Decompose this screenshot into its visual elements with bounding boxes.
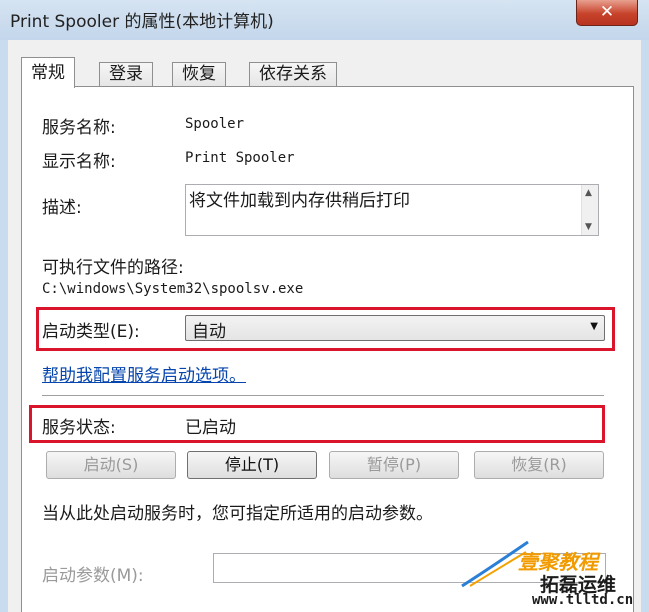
- start-button[interactable]: 启动(S): [46, 451, 176, 479]
- executable-path-label: 可执行文件的路径:: [42, 258, 184, 278]
- description-text: 将文件加载到内存供稍后打印: [189, 191, 410, 211]
- description-scrollbar[interactable]: ▲ ▼: [581, 185, 598, 235]
- description-label: 描述:: [42, 198, 82, 218]
- title-bar: Print Spooler 的属性(本地计算机) ✕: [0, 0, 649, 40]
- display-name-value: Print Spooler: [185, 150, 295, 166]
- close-button[interactable]: ✕: [576, 0, 638, 26]
- service-name-value: Spooler: [185, 116, 245, 132]
- resume-button[interactable]: 恢复(R): [474, 451, 604, 479]
- scroll-up-icon[interactable]: ▲: [585, 188, 592, 198]
- tab-recovery[interactable]: 恢复: [172, 62, 226, 86]
- display-name-label: 显示名称:: [42, 152, 116, 172]
- scroll-down-icon[interactable]: ▼: [585, 222, 592, 232]
- service-name-label: 服务名称:: [42, 118, 116, 138]
- help-configure-link[interactable]: 帮助我配置服务启动选项。: [42, 361, 246, 386]
- tab-general[interactable]: 常规: [21, 57, 75, 88]
- window-title: Print Spooler 的属性(本地计算机): [10, 12, 274, 32]
- dialog-client-area: 常规 登录 恢复 依存关系 服务名称: Spooler 显示名称: Print …: [8, 40, 641, 612]
- start-params-label: 启动参数(M):: [42, 566, 144, 586]
- separator: [42, 395, 604, 397]
- service-status-highlight: [29, 405, 605, 443]
- startup-type-highlight: [36, 307, 615, 351]
- stop-button[interactable]: 停止(T): [187, 451, 317, 479]
- tab-dependencies[interactable]: 依存关系: [249, 62, 337, 86]
- executable-path-value: C:\windows\System32\spoolsv.exe: [42, 281, 304, 297]
- pause-button[interactable]: 暂停(P): [329, 451, 459, 479]
- description-textbox[interactable]: 将文件加载到内存供稍后打印 ▲ ▼: [185, 184, 599, 236]
- watermark-url: www.tlltd.cn: [532, 592, 634, 608]
- tab-logon[interactable]: 登录: [99, 62, 153, 86]
- general-tab-panel: 服务名称: Spooler 显示名称: Print Spooler 描述: 将文…: [21, 86, 634, 612]
- start-params-hint: 当从此处启动服务时，您可指定所适用的启动参数。: [42, 504, 433, 524]
